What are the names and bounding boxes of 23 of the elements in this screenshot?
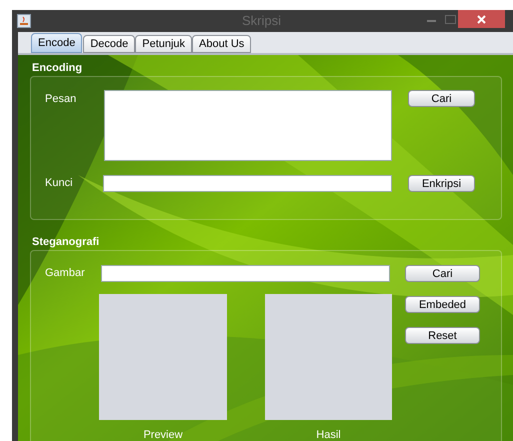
encrypt-button[interactable]: Enkripsi xyxy=(408,175,475,192)
message-text-area[interactable] xyxy=(104,90,392,161)
tab[interactable]: About Us xyxy=(192,35,252,53)
app-icon xyxy=(17,14,31,28)
field-label: Kunci xyxy=(45,176,74,192)
tab[interactable]: Encode xyxy=(31,33,82,53)
browse-button[interactable]: Cari xyxy=(405,265,480,282)
image-caption: Hasil xyxy=(316,428,341,441)
section-title: Encoding xyxy=(32,61,84,75)
action-button[interactable]: Embeded xyxy=(405,296,480,313)
field-label: Pesan xyxy=(45,92,78,107)
browse-button[interactable]: Cari xyxy=(408,90,475,107)
tab[interactable]: Petunjuk xyxy=(135,35,192,53)
action-button[interactable]: Reset xyxy=(405,327,480,344)
section-title: Steganografi xyxy=(32,235,100,249)
image-caption: Preview xyxy=(143,428,183,441)
field-label: Gambar xyxy=(45,266,86,282)
maximize-button[interactable] xyxy=(445,15,456,24)
key-input-field[interactable] xyxy=(103,175,392,192)
tab[interactable]: Decode xyxy=(83,35,136,53)
close-icon xyxy=(477,14,486,24)
image-path-field[interactable] xyxy=(101,265,390,282)
close-button[interactable] xyxy=(458,10,505,28)
